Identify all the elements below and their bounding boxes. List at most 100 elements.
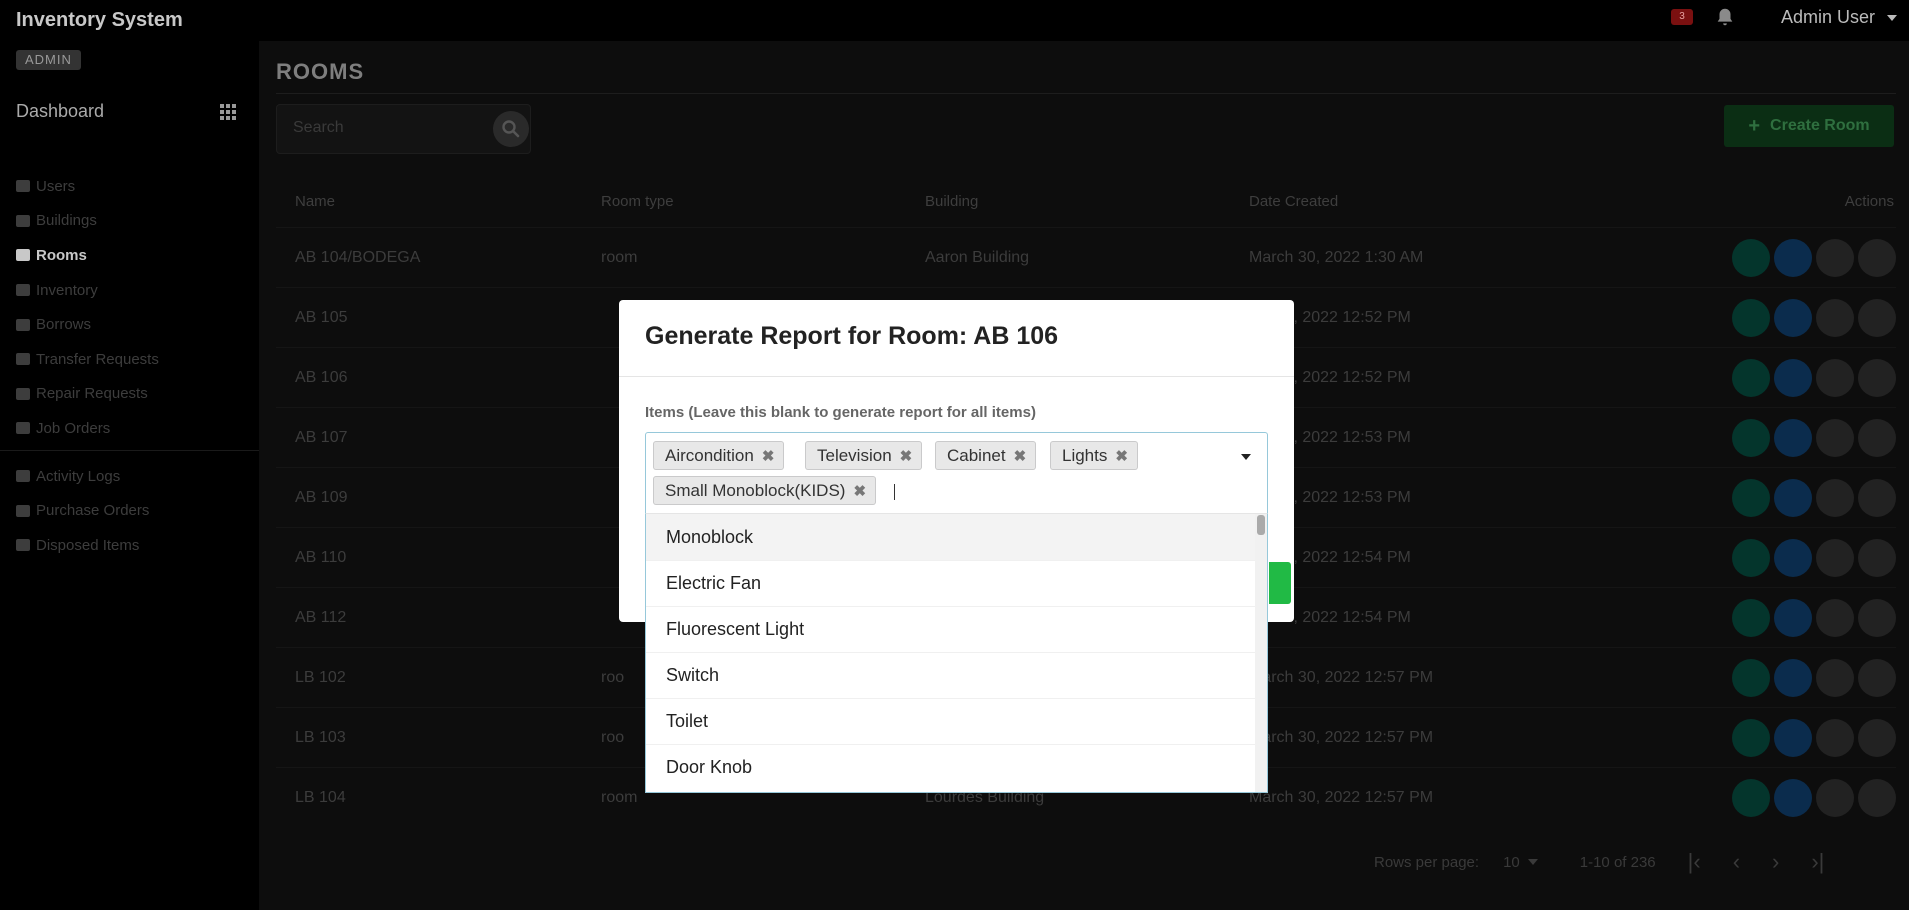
last-page-icon[interactable]: ›|	[1811, 849, 1824, 875]
close-icon[interactable]: ✖	[1014, 447, 1027, 465]
edit-icon[interactable]	[1816, 478, 1854, 517]
sidebar-item-activity-logs[interactable]: Activity Logs	[16, 459, 246, 494]
report-icon[interactable]	[1774, 418, 1812, 457]
edit-icon[interactable]	[1816, 778, 1854, 817]
archive-icon[interactable]	[1858, 718, 1896, 757]
column-header-name[interactable]: Name	[276, 193, 601, 210]
scrollbar[interactable]	[1255, 514, 1267, 792]
bell-icon[interactable]	[1714, 6, 1736, 28]
row-actions	[1699, 298, 1896, 337]
edit-icon[interactable]	[1816, 298, 1854, 337]
box-icon	[16, 284, 30, 297]
sidebar-item-rooms[interactable]: Rooms	[16, 238, 246, 273]
archive-icon[interactable]	[1858, 658, 1896, 697]
sitemap-icon[interactable]	[1732, 478, 1770, 517]
sitemap-icon[interactable]	[1732, 238, 1770, 277]
search-button[interactable]	[493, 111, 529, 147]
dropdown-option[interactable]: Electric Fan	[646, 560, 1267, 606]
user-menu[interactable]: Admin User	[1781, 7, 1898, 28]
cell-name: LB 104	[295, 788, 346, 806]
sidebar-item-purchase-orders[interactable]: Purchase Orders	[16, 493, 246, 528]
edit-icon[interactable]	[1816, 358, 1854, 397]
edit-icon[interactable]	[1816, 718, 1854, 757]
close-icon[interactable]: ✖	[853, 482, 866, 500]
scrollbar-thumb[interactable]	[1257, 515, 1265, 535]
sitemap-icon[interactable]	[1732, 778, 1770, 817]
close-icon[interactable]: ✖	[762, 447, 775, 465]
rows-per-page-label: Rows per page:	[1374, 853, 1480, 871]
dropdown-option[interactable]: Switch	[646, 652, 1267, 698]
dropdown-option[interactable]: Monoblock	[646, 514, 1267, 560]
sidebar-item-transfer-requests[interactable]: Transfer Requests	[16, 342, 246, 377]
edit-icon[interactable]	[1816, 238, 1854, 277]
selected-item-chip: Television ✖	[805, 441, 923, 470]
create-room-button[interactable]: + Create Room	[1724, 105, 1894, 147]
column-header-actions: Actions	[1844, 192, 1894, 210]
search-input[interactable]	[293, 119, 473, 137]
table-row[interactable]: AB 104/BODEGA room Aaron Building March 30,…	[276, 227, 1896, 287]
sitemap-icon[interactable]	[1732, 658, 1770, 697]
sidebar-item-users[interactable]: Users	[16, 169, 246, 204]
text-cursor	[894, 484, 895, 500]
archive-icon[interactable]	[1858, 778, 1896, 817]
report-icon[interactable]	[1774, 718, 1812, 757]
sidebar-item-job-orders[interactable]: Job Orders	[16, 411, 246, 446]
sidebar-item-dashboard[interactable]: Dashboard	[16, 101, 238, 122]
home-icon	[16, 249, 30, 262]
archive-icon[interactable]	[1858, 598, 1896, 637]
sidebar-item-borrows[interactable]: Borrows	[16, 307, 246, 342]
sidebar-item-buildings[interactable]: Buildings	[16, 204, 246, 239]
close-icon[interactable]: ✖	[900, 447, 913, 465]
report-icon[interactable]	[1774, 478, 1812, 517]
archive-icon[interactable]	[1858, 538, 1896, 577]
generate-button[interactable]	[1269, 562, 1291, 604]
sidebar-item-repair-requests[interactable]: Repair Requests	[16, 377, 246, 412]
archive-icon[interactable]	[1858, 358, 1896, 397]
column-header-building[interactable]: Building	[925, 193, 1249, 210]
report-icon[interactable]	[1774, 778, 1812, 817]
chevron-down-icon	[1527, 859, 1538, 865]
sitemap-icon[interactable]	[1732, 718, 1770, 757]
report-icon[interactable]	[1774, 658, 1812, 697]
previous-page-icon[interactable]: ‹	[1733, 849, 1740, 875]
sitemap-icon[interactable]	[1732, 298, 1770, 337]
edit-icon[interactable]	[1816, 658, 1854, 697]
row-actions	[1699, 418, 1896, 457]
edit-icon[interactable]	[1816, 418, 1854, 457]
sitemap-icon[interactable]	[1732, 418, 1770, 457]
cell-name: AB 104/BODEGA	[295, 248, 421, 266]
cell-name: AB 112	[295, 608, 347, 626]
report-icon[interactable]	[1774, 238, 1812, 277]
row-actions	[1699, 478, 1896, 517]
sidebar-divider	[0, 449, 259, 451]
notification-badge: 3	[1671, 9, 1693, 25]
items-multiselect[interactable]: Aircondition ✖ Television ✖ Cabinet ✖ Light…	[645, 432, 1268, 514]
first-page-icon[interactable]: |‹	[1688, 849, 1701, 875]
archive-icon[interactable]	[1858, 298, 1896, 337]
dropdown-option[interactable]: Door Knob	[646, 744, 1267, 790]
app-title[interactable]: Inventory System	[16, 9, 183, 32]
rows-per-page-select[interactable]: 10	[1503, 854, 1538, 871]
next-page-icon[interactable]: ›	[1772, 849, 1779, 875]
report-icon[interactable]	[1774, 358, 1812, 397]
report-icon[interactable]	[1774, 298, 1812, 337]
dropdown-icon[interactable]	[1241, 454, 1251, 460]
archive-icon[interactable]	[1858, 478, 1896, 517]
sidebar-item-inventory[interactable]: Inventory	[16, 273, 246, 308]
close-icon[interactable]: ✖	[1115, 447, 1128, 465]
dropdown-option[interactable]: Fluorescent Light	[646, 606, 1267, 652]
edit-icon[interactable]	[1816, 538, 1854, 577]
wrench-icon	[16, 387, 30, 400]
archive-icon[interactable]	[1858, 238, 1896, 277]
archive-icon[interactable]	[1858, 418, 1896, 457]
report-icon[interactable]	[1774, 538, 1812, 577]
sitemap-icon[interactable]	[1732, 538, 1770, 577]
column-header-date-created[interactable]: Date Created	[1249, 193, 1699, 210]
sidebar-item-disposed-items[interactable]: Disposed Items	[16, 528, 246, 563]
edit-icon[interactable]	[1816, 598, 1854, 637]
column-header-room-type[interactable]: Room type	[601, 193, 925, 210]
sitemap-icon[interactable]	[1732, 598, 1770, 637]
sitemap-icon[interactable]	[1732, 358, 1770, 397]
dropdown-option[interactable]: Toilet	[646, 698, 1267, 744]
report-icon[interactable]	[1774, 598, 1812, 637]
